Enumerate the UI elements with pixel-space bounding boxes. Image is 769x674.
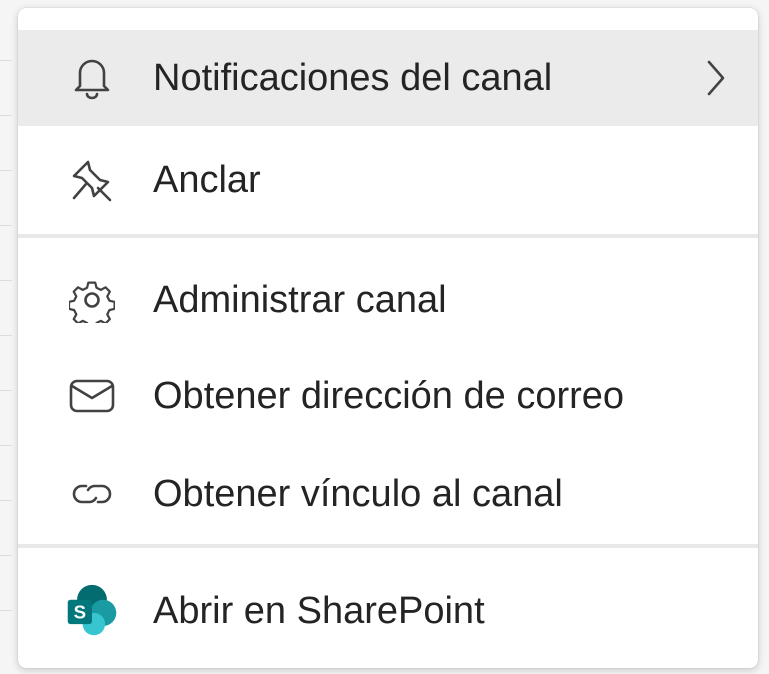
background-divider (0, 445, 12, 446)
background-divider (0, 610, 12, 611)
menu-item-pin[interactable]: Anclar (18, 126, 758, 234)
menu-group-external: S Abrir en SharePoint (18, 548, 758, 664)
chevron-right-icon (696, 58, 736, 98)
menu-group-channel: Administrar canal Obtener dirección de c… (18, 238, 758, 544)
background-divider (0, 335, 12, 336)
background-divider (0, 170, 12, 171)
menu-item-label: Abrir en SharePoint (153, 589, 485, 632)
menu-item-label: Obtener vínculo al canal (153, 472, 563, 515)
bell-icon (64, 50, 120, 106)
background-divider (0, 225, 12, 226)
menu-item-open-in-sharepoint[interactable]: S Abrir en SharePoint (18, 558, 758, 664)
menu-group-primary: Notificaciones del canal Anclar (18, 8, 758, 234)
channel-context-menu: Notificaciones del canal Anclar Administ… (18, 8, 758, 668)
background-divider (0, 390, 12, 391)
sharepoint-icon: S (64, 583, 120, 639)
menu-item-channel-notifications[interactable]: Notificaciones del canal (18, 30, 758, 126)
sharepoint-logo-letter: S (74, 601, 86, 622)
menu-item-label: Administrar canal (153, 278, 447, 321)
menu-item-get-channel-link[interactable]: Obtener vínculo al canal (18, 444, 758, 544)
envelope-icon (64, 368, 120, 424)
pin-icon (64, 152, 120, 208)
menu-item-get-email-address[interactable]: Obtener dirección de correo (18, 348, 758, 444)
menu-item-manage-channel[interactable]: Administrar canal (18, 252, 758, 348)
background-divider (0, 555, 12, 556)
menu-item-label: Obtener dirección de correo (153, 374, 625, 417)
menu-item-label: Notificaciones del canal (153, 56, 553, 99)
link-icon (64, 466, 120, 522)
menu-item-label: Anclar (153, 158, 261, 201)
background-divider (0, 500, 12, 501)
background-divider (0, 280, 12, 281)
gear-icon (64, 272, 120, 328)
background-divider (0, 60, 12, 61)
background-divider (0, 115, 12, 116)
